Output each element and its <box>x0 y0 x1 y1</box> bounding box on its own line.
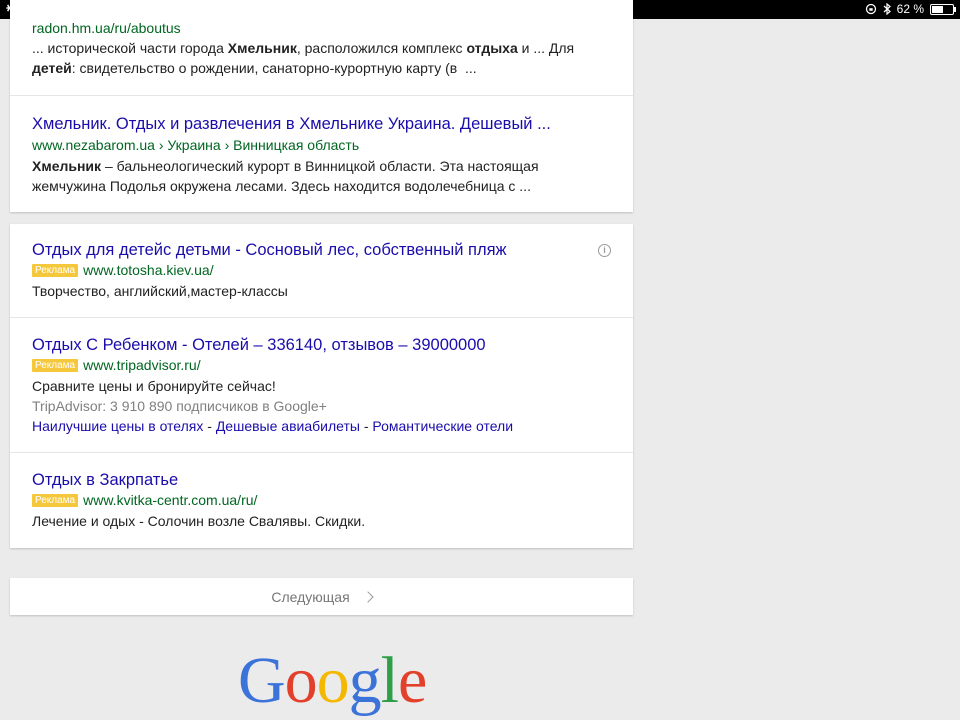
next-page-button[interactable]: Следующая <box>10 578 633 615</box>
ad-badge: Реклама <box>32 359 79 372</box>
next-page-label: Следующая <box>271 588 350 605</box>
ad-url-line: Реклама www.totosha.kiev.ua/ <box>32 261 611 280</box>
ad-result: Отдых С Ребенком - Отелей – 336140, отзы… <box>10 318 633 453</box>
result-title[interactable]: Хмельник. Отдых и развлечения в Хмельник… <box>32 113 611 135</box>
ad-url[interactable]: www.totosha.kiev.ua/ <box>83 262 213 278</box>
result-url[interactable]: www.nezabarom.ua › Украина › Винницкая о… <box>32 136 611 155</box>
search-result: Хмельник. Отдых и развлечения в Хмельник… <box>10 96 633 212</box>
organic-results-card: radon.hm.ua/ru/aboutus ... исторической … <box>10 0 633 212</box>
google-logo[interactable]: Google <box>238 648 427 714</box>
status-right: 62 % <box>865 2 956 16</box>
sitelink-separator: - <box>203 418 216 434</box>
battery-icon <box>930 4 956 15</box>
result-snippet: ... исторической части города Хмельник, … <box>32 40 575 76</box>
sitelink-hotels[interactable]: Наилучшие цены в отелях <box>32 418 203 434</box>
ad-url-line: Реклама www.tripadvisor.ru/ <box>32 356 611 375</box>
search-result: radon.hm.ua/ru/aboutus ... исторической … <box>10 0 633 96</box>
ad-url[interactable]: www.tripadvisor.ru/ <box>83 357 200 373</box>
ad-title[interactable]: Отдых для детейс детьми - Сосновый лес, … <box>32 239 611 261</box>
info-icon[interactable]: i <box>598 244 611 257</box>
ad-sitelinks: Наилучшие цены в отелях - Дешевые авиаби… <box>32 416 611 436</box>
rotation-lock-icon <box>865 3 876 15</box>
ad-snippet: Творчество, английский,мастер-классы <box>32 283 288 299</box>
ad-social-annotation: TripAdvisor: 3 910 890 подписчиков в Goo… <box>32 398 327 414</box>
ad-url-line: Реклама www.kvitka-centr.com.ua/ru/ <box>32 491 611 510</box>
sitelink-romantic[interactable]: Романтические отели <box>372 418 513 434</box>
ad-title[interactable]: Отдых в Закрпатье <box>32 469 611 491</box>
logo-letter: o <box>316 644 350 717</box>
logo-letter: g <box>348 644 382 717</box>
ads-card: i Отдых для детейс детьми - Сосновый лес… <box>10 224 633 548</box>
bluetooth-icon <box>883 3 891 15</box>
ad-snippet: Лечение и одых - Солочин возле Свалявы. … <box>32 513 366 529</box>
result-url[interactable]: radon.hm.ua/ru/aboutus <box>32 19 611 38</box>
ad-result: Отдых в Закрпатье Реклама www.kvitka-cent… <box>10 453 633 548</box>
ad-snippet: Сравните цены и бронируйте сейчас! <box>32 378 276 394</box>
ad-result: i Отдых для детейс детьми - Сосновый лес… <box>10 224 633 318</box>
ad-title[interactable]: Отдых С Ребенком - Отелей – 336140, отзы… <box>32 334 611 356</box>
ad-url[interactable]: www.kvitka-centr.com.ua/ru/ <box>83 492 257 508</box>
logo-letter: e <box>398 644 427 717</box>
ad-badge: Реклама <box>32 494 79 507</box>
battery-percent: 62 % <box>896 2 924 16</box>
result-snippet: Хмельник – бальнеологический курорт в Ви… <box>32 158 539 194</box>
logo-letter: G <box>238 644 286 717</box>
logo-letter: o <box>284 644 318 717</box>
ad-badge: Реклама <box>32 264 79 277</box>
chevron-right-icon <box>361 591 374 603</box>
sitelink-flights[interactable]: Дешевые авиабилеты <box>216 418 360 434</box>
sitelink-separator: - <box>359 418 373 434</box>
battery-level <box>932 6 944 13</box>
logo-letter: l <box>380 644 399 717</box>
